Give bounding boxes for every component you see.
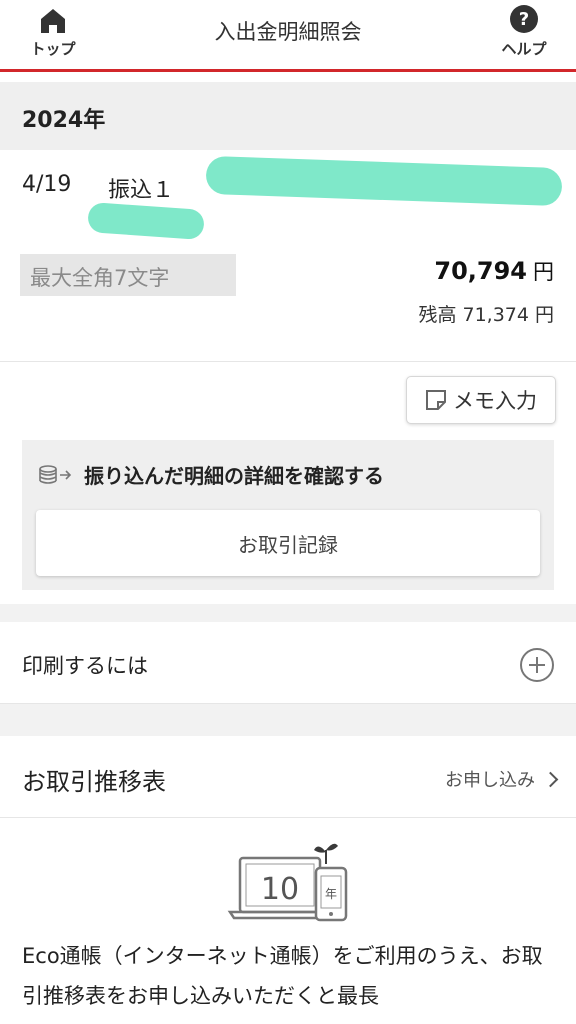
transaction-date: 4/19 (22, 172, 72, 197)
eco-description: Eco通帳（インターネット通帳）をご利用のうえ、お取引推移表をお申し込みいただく… (22, 944, 543, 1008)
help-label: ヘルプ (501, 40, 547, 58)
memo-text: 最大全角7文字 (20, 254, 236, 296)
print-accordion[interactable]: 印刷するには (0, 622, 576, 704)
balance: 残高 71,374 円 (418, 304, 554, 326)
transfer-detail-panel: 振り込んだ明細の詳細を確認する お取引記録 (22, 440, 554, 590)
trend-label: お取引推移表 (22, 768, 166, 796)
header-divider (0, 69, 576, 72)
eco-icon-number: 10 (261, 872, 299, 907)
transaction-trend-row[interactable]: お取引推移表 お申し込み (0, 736, 576, 818)
amount-currency: 円 (533, 260, 554, 284)
help-icon: ? (510, 5, 538, 33)
memo-icon (426, 390, 446, 410)
memo-input-button[interactable]: メモ入力 (406, 376, 556, 424)
year-label: 2024年 (22, 108, 106, 133)
apply-link[interactable]: お申し込み (445, 766, 559, 792)
redaction-mark (205, 155, 563, 207)
detail-heading: 振り込んだ明細の詳細を確認する (84, 464, 384, 488)
amount-value: 70,794 (434, 257, 527, 285)
chevron-right-icon (542, 771, 559, 787)
eco-icon-unit: 年 (325, 887, 337, 901)
print-label: 印刷するには (22, 654, 148, 678)
transaction-description: 振込１ (108, 178, 175, 203)
transaction-row: 4/19 振込１ 最大全角7文字 70,794 円 残高 71,374 円 (0, 150, 576, 362)
transaction-record-button[interactable]: お取引記録 (36, 510, 540, 576)
app-header: トップ 入出金明細照会 ? ヘルプ (0, 0, 576, 70)
redaction-mark (87, 201, 205, 241)
year-section-header: 2024年 (0, 82, 576, 150)
memo-input-label: メモ入力 (453, 389, 537, 413)
help-button[interactable]: ? ヘルプ (494, 0, 554, 64)
page-title: 入出金明細照会 (214, 20, 362, 44)
section-spacer (0, 704, 576, 736)
plus-circle-icon[interactable] (520, 648, 554, 682)
eco-passbook-icon: 10 年 (227, 843, 348, 922)
section-spacer (0, 604, 576, 622)
transaction-amount: 70,794 円 (434, 256, 554, 286)
coins-arrow-icon (39, 464, 72, 484)
svg-text:?: ? (519, 9, 529, 30)
apply-link-label: お申し込み (445, 770, 535, 791)
detail-heading-row: 振り込んだ明細の詳細を確認する (38, 460, 384, 489)
